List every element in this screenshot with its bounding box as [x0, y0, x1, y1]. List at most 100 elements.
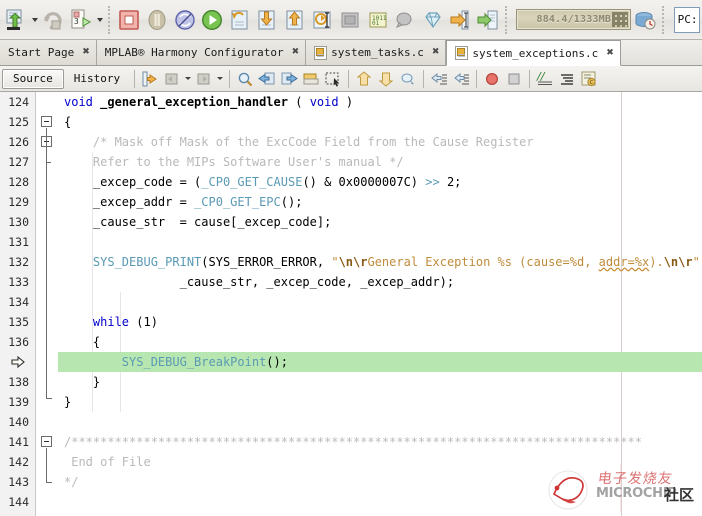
open-project-dropdown-caret[interactable] — [30, 3, 40, 37]
toggle-bookmark-icon[interactable] — [300, 68, 322, 89]
line-number: 143 — [0, 472, 35, 492]
comment-icon[interactable]: // — [534, 68, 556, 89]
pc-field[interactable]: PC: — [674, 7, 700, 33]
line-number: 134 — [0, 292, 35, 312]
line-number: 139 — [0, 392, 35, 412]
code-line-141[interactable]: /***************************************… — [58, 432, 702, 452]
forward-icon[interactable] — [193, 68, 215, 89]
start-macro-recording-icon[interactable] — [481, 68, 503, 89]
set-configuration-dropdown-caret[interactable] — [95, 3, 105, 37]
fold-toggle-function[interactable] — [41, 116, 52, 127]
uncomment-icon[interactable] — [556, 68, 578, 89]
code-line-137[interactable]: SYS_DEBUG_BreakPoint(); — [58, 352, 702, 372]
tab-source[interactable]: Source — [2, 69, 64, 89]
finish-debugger-icon[interactable] — [419, 3, 447, 37]
code-line-129[interactable]: _excep_addr = _CP0_GET_EPC(); — [58, 192, 702, 212]
shift-line-left-icon[interactable] — [428, 68, 450, 89]
last-edit-icon[interactable] — [139, 68, 161, 89]
tab-system-tasks-c[interactable]: system_tasks.c ✖ — [306, 40, 446, 65]
code-line-130[interactable]: _cause_str = cause[_excep_code]; — [58, 212, 702, 232]
code-line-124[interactable]: void _general_exception_handler ( void ) — [58, 92, 702, 112]
code-line-142[interactable]: End of File — [58, 452, 702, 472]
token-expr: (1) — [129, 315, 158, 329]
stop-macro-recording-icon[interactable] — [503, 68, 525, 89]
code-editor[interactable]: 124 125 126 127 128 129 130 131 132 133 … — [0, 92, 702, 516]
memory-gauge[interactable]: 884.4/1333MB — [516, 9, 631, 30]
previous-bookmark-icon[interactable] — [256, 68, 278, 89]
garbage-collect-icon[interactable] — [631, 3, 659, 37]
forward-dropdown-caret[interactable] — [215, 68, 225, 89]
tab-harmony-configurator[interactable]: MPLAB® Harmony Configurator ✖ — [97, 40, 306, 65]
toggle-rectangular-selection-icon[interactable] — [322, 68, 344, 89]
halt-icon[interactable] — [116, 3, 144, 37]
code-line-139[interactable]: } — [58, 392, 702, 412]
code-line-132[interactable]: SYS_DEBUG_PRINT(SYS_ERROR_ERROR, "\n\rGe… — [58, 252, 702, 272]
code-line-143[interactable]: */ — [58, 472, 702, 492]
tab-close-icon[interactable]: ✖ — [82, 48, 90, 57]
subtoolbar-separator-4 — [423, 70, 424, 88]
previous-error-icon[interactable] — [353, 68, 375, 89]
refresh-icon[interactable] — [40, 3, 68, 37]
line-number: 130 — [0, 212, 35, 232]
toolbar-separator — [108, 6, 113, 34]
subtoolbar-separator-5 — [476, 70, 477, 88]
continue-icon[interactable] — [198, 3, 226, 37]
code-line-135[interactable]: while (1) — [58, 312, 702, 332]
toggle-highlight-icon[interactable] — [397, 68, 419, 89]
back-icon[interactable] — [161, 68, 183, 89]
toolbar-separator-3 — [662, 6, 667, 34]
tab-close-icon[interactable]: ✖ — [292, 48, 300, 57]
tab-label: system_tasks.c — [331, 46, 424, 59]
set-pc-at-cursor-icon[interactable] — [336, 3, 364, 37]
code-line-128[interactable]: _excep_code = (_CP0_GET_CAUSE() & 0x0000… — [58, 172, 702, 192]
code-line-126[interactable]: /* Mask off Mask of the ExcCode Field fr… — [58, 132, 702, 152]
step-out-icon[interactable] — [281, 3, 309, 37]
reset-icon[interactable] — [171, 3, 199, 37]
c-file-icon — [455, 46, 468, 60]
token-expr: _cause_str, _excep_code, _excep_addr); — [180, 275, 455, 289]
code-line-136[interactable]: { — [58, 332, 702, 352]
subtoolbar-separator-3 — [348, 70, 349, 88]
step-instruction-icon[interactable] — [474, 3, 502, 37]
tab-close-icon[interactable]: ✖ — [432, 48, 440, 57]
find-selection-icon[interactable] — [234, 68, 256, 89]
next-error-icon[interactable] — [375, 68, 397, 89]
code-line-125[interactable]: { — [58, 112, 702, 132]
open-project-icon[interactable] — [2, 3, 30, 37]
next-bookmark-icon[interactable] — [278, 68, 300, 89]
code-line-131[interactable] — [58, 232, 702, 252]
code-line-138[interactable]: } — [58, 372, 702, 392]
focus-cursor-at-pc-icon[interactable]: 1011 01 — [364, 3, 392, 37]
code-line-134[interactable] — [58, 292, 702, 312]
tab-system-exceptions-c[interactable]: system_exceptions.c ✖ — [446, 40, 620, 66]
step-into-icon[interactable] — [253, 3, 281, 37]
debug-project-icon[interactable] — [391, 3, 419, 37]
fold-toggle-eof-comment[interactable] — [41, 436, 52, 447]
code-line-144[interactable] — [58, 492, 702, 512]
back-dropdown-caret[interactable] — [183, 68, 193, 89]
code-text-area[interactable]: void _general_exception_handler ( void )… — [58, 92, 702, 516]
line-number: 138 — [0, 372, 35, 392]
code-folding-gutter[interactable] — [36, 92, 58, 516]
history-label: History — [74, 72, 120, 85]
set-configuration-icon[interactable]: 3 — [67, 3, 95, 37]
line-number: 132 — [0, 252, 35, 272]
token-paren: ) — [346, 95, 353, 109]
pause-icon[interactable] — [143, 3, 171, 37]
code-line-140[interactable] — [58, 412, 702, 432]
token-string-escape: \n\r — [664, 255, 693, 269]
code-line-133[interactable]: _cause_str, _excep_code, _excep_addr); — [58, 272, 702, 292]
fold-line-function — [46, 128, 47, 398]
fold-line-function-end — [46, 398, 52, 399]
tab-close-icon[interactable]: ✖ — [606, 49, 614, 58]
mplab-ide-window: 3 — [0, 0, 702, 516]
tab-start-page[interactable]: Start Page ✖ — [0, 40, 97, 65]
code-line-127[interactable]: Refer to the MIPs Software User's manual… — [58, 152, 702, 172]
run-to-cursor-icon[interactable] — [309, 3, 337, 37]
step-over-expression-icon[interactable] — [446, 3, 474, 37]
tab-label: MPLAB® Harmony Configurator — [105, 46, 284, 59]
shift-line-right-icon[interactable] — [450, 68, 472, 89]
inspect-icon[interactable]: C — [578, 68, 600, 89]
step-over-icon[interactable] — [226, 3, 254, 37]
tab-history[interactable]: History — [64, 69, 130, 89]
